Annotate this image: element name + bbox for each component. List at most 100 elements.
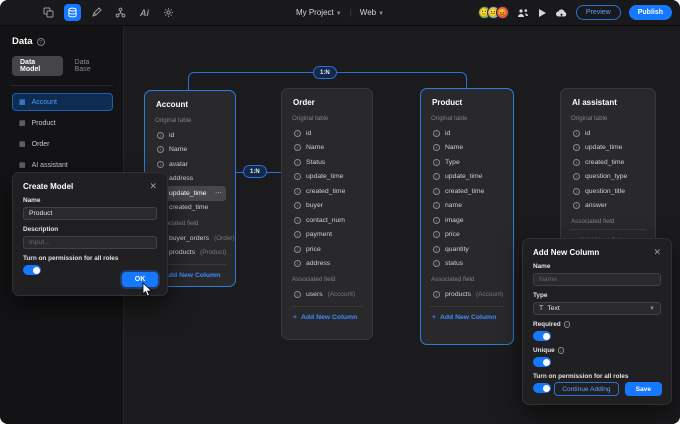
field-row[interactable]: iupdate_time [570,141,646,156]
avatar[interactable]: 😡 [496,6,509,19]
save-button[interactable]: Save [625,382,662,396]
close-icon[interactable]: ✕ [653,248,661,257]
settings-gear-icon[interactable] [160,4,177,21]
cloud-build-icon[interactable] [555,8,568,18]
field-type-icon: i [573,188,580,195]
info-icon: i [558,347,565,354]
field-name: created_time [445,188,484,195]
ai-icon[interactable]: Ai [136,4,153,21]
field-row[interactable]: iid [154,128,226,143]
divider [430,306,504,307]
table-card-product[interactable]: ProductOriginal tableiidiNameiTypeiupdat… [420,88,514,345]
chevron-down-icon: ▼ [649,306,655,312]
field-type-icon: i [433,291,440,298]
share-users-icon[interactable] [517,8,529,18]
field-type-icon: i [294,144,301,151]
field-type-icon: i [573,130,580,137]
more-options-icon[interactable]: ⋯ [215,189,223,197]
field-type-icon: i [433,217,440,224]
close-icon[interactable]: ✕ [149,182,157,191]
field-row[interactable]: iimage [430,213,504,228]
field-row[interactable]: ibuyer [291,199,363,214]
add-new-column-button[interactable]: +Add New Column [291,314,363,321]
field-name: products [169,249,195,256]
field-row[interactable]: iusers(Account) [291,287,363,302]
tab-data-model[interactable]: Data Model [12,56,63,76]
field-row[interactable]: iupdate_time [430,170,504,185]
continue-adding-button[interactable]: Continue Adding [554,382,618,396]
field-row[interactable]: icontact_num [291,213,363,228]
unique-toggle[interactable] [533,357,551,367]
field-row[interactable]: iid [570,126,646,141]
field-name: avatar [169,161,188,168]
field-row[interactable]: istatus [430,257,504,272]
field-row[interactable]: iStatus [291,155,363,170]
sidebar-item-account[interactable]: ▦Account [12,93,113,111]
field-row[interactable]: iName [291,141,363,156]
add-new-column-dialog: Add New Column ✕ Name Type T Text ▼ Requ… [522,238,672,405]
field-row[interactable]: icreated_time [430,184,504,199]
column-name-input[interactable] [533,273,661,286]
model-description-input[interactable] [23,236,157,249]
field-row[interactable]: iaddress [291,257,363,272]
run-play-icon[interactable] [537,8,547,18]
chevron-down-icon: ▼ [378,11,384,17]
field-type-icon: i [433,231,440,238]
add-new-column-button[interactable]: +Add New Column [430,314,504,321]
chevron-down-icon: ▼ [336,11,342,17]
field-row[interactable]: iName [154,143,226,158]
field-relation-suffix: (Product) [200,249,226,256]
field-row[interactable]: iquantity [430,242,504,257]
field-row[interactable]: iprice [430,228,504,243]
field-row[interactable]: ipayment [291,228,363,243]
field-row[interactable]: iType [430,155,504,170]
field-row[interactable]: iproducts(Account) [430,287,504,302]
relation-badge[interactable]: 1:N [313,66,337,79]
pages-icon[interactable] [40,4,57,21]
field-row[interactable]: icreated_time [291,184,363,199]
field-row[interactable]: iid [291,126,363,141]
permission-label: Turn on permission for all roles [23,255,157,262]
relation-badge[interactable]: 1:N [243,165,267,178]
field-name: status [445,260,463,267]
type-select[interactable]: T Text ▼ [533,302,661,315]
field-row[interactable]: icreated_time [570,155,646,170]
field-row[interactable]: iname [430,199,504,214]
project-switcher[interactable]: My Project▼ [296,8,342,17]
sidebar-item-order[interactable]: ▦Order [12,135,113,153]
platform-switcher[interactable]: Web▼ [360,8,384,17]
field-name: price [306,246,321,253]
actionflow-icon[interactable] [112,4,129,21]
permission-label: Turn on permission for all roles [533,373,661,380]
table-card-order[interactable]: OrderOriginal tableiidiNameiStatusiupdat… [281,88,373,340]
required-toggle[interactable] [533,331,551,341]
field-row[interactable]: iquestion_type [570,170,646,185]
sidebar-item-label: AI assistant [32,162,68,169]
help-icon[interactable]: ? [37,38,45,46]
field-name: address [306,260,330,267]
add-new-column-label: Add New Column [440,314,496,321]
permission-toggle[interactable] [23,265,41,275]
table-icon: ▦ [19,99,26,106]
model-name-input[interactable] [23,207,157,220]
field-name: buyer [306,202,323,209]
field-row[interactable]: iavatar [154,157,226,172]
database-icon[interactable] [64,4,81,21]
field-row[interactable]: iupdate_time [291,170,363,185]
permission-toggle[interactable] [533,383,551,393]
field-row[interactable]: iName [430,141,504,156]
tab-data-base[interactable]: Data Base [67,56,113,76]
field-row[interactable]: iid [430,126,504,141]
publish-button[interactable]: Publish [629,5,672,20]
field-row[interactable]: iquestion_title [570,184,646,199]
section-label: Original table [155,117,226,124]
preview-button[interactable]: Preview [576,5,621,20]
design-pen-icon[interactable] [88,4,105,21]
field-name: users [306,291,323,298]
field-row[interactable]: iprice [291,242,363,257]
table-icon: ▦ [19,141,26,148]
field-type-icon: i [433,202,440,209]
field-row[interactable]: ianswer [570,199,646,214]
sidebar-item-product[interactable]: ▦Product [12,114,113,132]
table-title: Product [432,98,504,107]
